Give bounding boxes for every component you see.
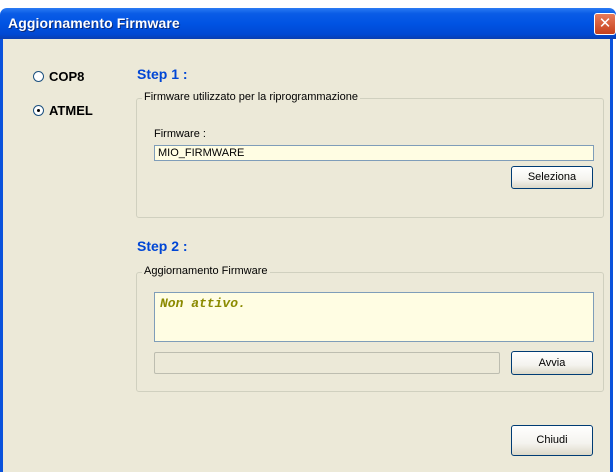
close-dialog-button[interactable]: Chiudi (511, 425, 593, 456)
step2-heading: Step 2 : (137, 238, 188, 254)
progress-bar (154, 352, 500, 374)
firmware-update-dialog: Aggiornamento Firmware ✕ COP8 ATMEL Step… (0, 0, 616, 472)
radio-cop8[interactable]: COP8 (33, 69, 84, 84)
firmware-label: Firmware : (154, 128, 206, 140)
radio-atmel-label: ATMEL (49, 103, 93, 118)
update-group-title: Aggiornamento Firmware (142, 265, 270, 277)
radio-atmel[interactable]: ATMEL (33, 103, 93, 118)
window-title: Aggiornamento Firmware (8, 15, 180, 31)
radio-cop8-label: COP8 (49, 69, 85, 84)
firmware-field[interactable]: MIO_FIRMWARE (154, 145, 594, 161)
dialog-body: COP8 ATMEL Step 1 : Firmware utilizzato … (0, 39, 613, 472)
step1-heading: Step 1 : (137, 66, 188, 82)
status-box: Non attivo. (154, 292, 594, 342)
close-window-button[interactable]: ✕ (594, 13, 616, 35)
title-bar[interactable]: Aggiornamento Firmware ✕ (0, 8, 616, 39)
select-firmware-button[interactable]: Seleziona (511, 166, 593, 189)
firmware-group-title: Firmware utilizzato per la riprogrammazi… (142, 91, 360, 103)
radio-icon (33, 105, 44, 116)
start-update-button[interactable]: Avvia (511, 351, 593, 375)
close-icon: ✕ (598, 14, 612, 32)
radio-icon (33, 71, 44, 82)
